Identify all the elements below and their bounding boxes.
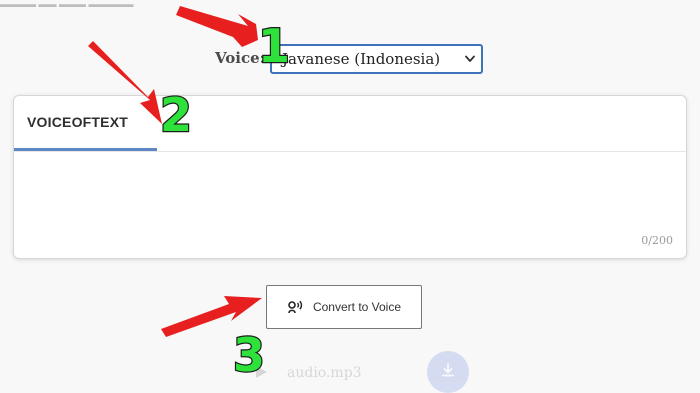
download-button[interactable] bbox=[427, 351, 469, 393]
audio-file-name: audio.mp3 bbox=[287, 365, 362, 381]
tab-voiceoftext[interactable]: VOICEOFTEXT bbox=[14, 96, 157, 151]
character-counter: 0/200 bbox=[641, 234, 673, 247]
convert-to-voice-button[interactable]: Convert to Voice bbox=[266, 285, 422, 329]
download-icon bbox=[440, 362, 456, 383]
play-icon bbox=[253, 364, 269, 380]
chevron-down-icon bbox=[465, 54, 475, 64]
voice-select-value: Javanese (Indonesia) bbox=[282, 50, 441, 68]
tab-bar: VOICEOFTEXT bbox=[14, 96, 686, 152]
arrow-icon bbox=[161, 296, 262, 337]
arrow-icon bbox=[176, 6, 258, 47]
text-input-card: VOICEOFTEXT 0/200 bbox=[13, 95, 687, 259]
text-input-area[interactable]: 0/200 bbox=[14, 152, 686, 258]
speaking-head-icon bbox=[287, 299, 305, 315]
convert-button-label: Convert to Voice bbox=[312, 300, 402, 314]
top-cropped-text: ▬▬▬▬ ▬▬ ▬▬▬ ▬▬▬▬▬ bbox=[0, 0, 134, 8]
audio-output-row: audio.mp3 bbox=[235, 340, 485, 393]
voice-select[interactable]: Javanese (Indonesia) bbox=[270, 44, 483, 74]
voice-label: Voice: bbox=[215, 49, 266, 67]
